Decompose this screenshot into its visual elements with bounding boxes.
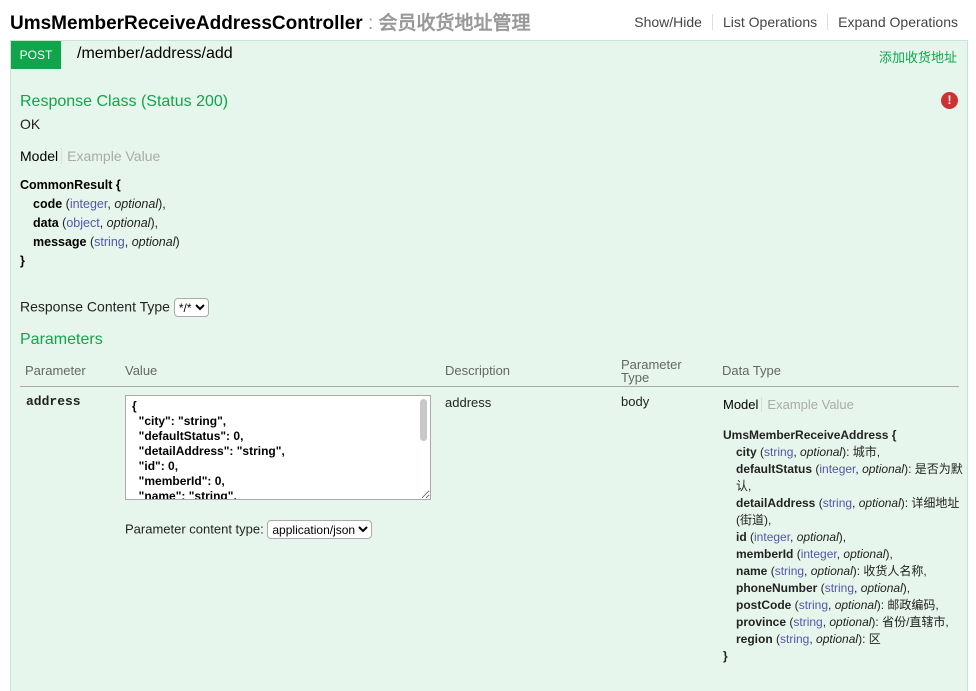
- parameters-heading: Parameters: [20, 331, 103, 348]
- datatype-field: name (string, optional): 收货人名称,: [736, 564, 927, 578]
- controller-name[interactable]: UmsMemberReceiveAddressController: [10, 13, 363, 34]
- response-status-text: OK: [20, 116, 41, 132]
- param-content-type-select[interactable]: application/json: [267, 520, 373, 539]
- operation-panel: POST /member/address/add 添加收货地址 Response…: [10, 40, 968, 691]
- datatype-field: phoneNumber (string, optional),: [736, 581, 911, 595]
- param-content-type-label: Parameter content type:: [125, 521, 264, 537]
- model-field: code (integer, optional),: [33, 197, 166, 211]
- col-value: Value: [125, 363, 158, 378]
- controller-title[interactable]: UmsMemberReceiveAddressController : 会员收货…: [10, 8, 531, 35]
- tab-example-value[interactable]: Example Value: [61, 148, 161, 164]
- operation-heading[interactable]: POST /member/address/add 添加收货地址: [11, 41, 967, 69]
- datatype-tab-model[interactable]: Model: [723, 397, 758, 412]
- operation-body: Response Class (Status 200) ! OK Model Ex…: [11, 70, 967, 691]
- model-field: data (object, optional),: [33, 216, 159, 230]
- datatype-tabs: Model Example Value: [723, 397, 854, 412]
- datatype-field: postCode (string, optional): 邮政编码,: [736, 598, 939, 612]
- col-description: Description: [445, 363, 511, 378]
- datatype-tab-example-value[interactable]: Example Value: [761, 397, 854, 412]
- datatype-model-name: UmsMemberReceiveAddress {: [723, 428, 897, 442]
- controller-separator: :: [362, 13, 379, 34]
- col-data-type: Data Type: [722, 363, 782, 378]
- controller-description: 会员收货地址管理: [378, 13, 531, 34]
- col-parameter-type: Parameter Type: [621, 357, 682, 385]
- param-description: address: [445, 395, 492, 410]
- datatype-field: defaultStatus (integer, optional): 是否为默认…: [736, 462, 963, 493]
- param-value-textarea[interactable]: { "city": "string", "defaultStatus": 0, …: [125, 395, 431, 500]
- response-model-schema: CommonResult { code (integer, optional),…: [20, 178, 180, 268]
- response-model-tabs: Model Example Value: [20, 148, 161, 164]
- response-class-heading: Response Class (Status 200): [20, 93, 229, 110]
- controller-header: UmsMemberReceiveAddressController : 会员收货…: [10, 0, 968, 40]
- tab-model[interactable]: Model: [20, 148, 58, 164]
- datatype-field: memberId (integer, optional),: [736, 547, 893, 561]
- datatype-field: id (integer, optional),: [736, 530, 847, 544]
- param-content-type-row: Parameter content type: application/json: [125, 520, 373, 539]
- response-content-type-label: Response Content Type: [20, 298, 170, 315]
- http-method-badge[interactable]: POST: [11, 41, 61, 69]
- param-type: body: [621, 394, 650, 409]
- operation-summary[interactable]: 添加收货地址: [879, 47, 957, 66]
- expand-operations-link[interactable]: Expand Operations: [827, 14, 968, 30]
- list-operations-link[interactable]: List Operations: [711, 14, 828, 30]
- header-links: Show/Hide List Operations Expand Operation…: [624, 14, 968, 30]
- datatype-close: }: [723, 649, 728, 663]
- param-name: address: [26, 394, 81, 409]
- col-parameter: Parameter: [25, 363, 86, 378]
- datatype-field: city (string, optional): 城市,: [736, 445, 881, 459]
- textarea-scrollbar[interactable]: [420, 399, 427, 441]
- model-field: message (string, optional): [33, 235, 180, 249]
- response-content-type-row: Response Content Type */*: [20, 298, 209, 317]
- datatype-field: province (string, optional): 省份/直辖市,: [736, 615, 949, 629]
- error-icon[interactable]: !: [941, 92, 958, 109]
- datatype-schema: UmsMemberReceiveAddress { city (string, …: [723, 427, 963, 665]
- datatype-field: detailAddress (string, optional): 详细地址(街…: [736, 496, 960, 527]
- model-name: CommonResult {: [20, 178, 121, 192]
- datatype-field: region (string, optional): 区: [736, 632, 881, 646]
- show-hide-link[interactable]: Show/Hide: [624, 14, 712, 30]
- operation-path[interactable]: /member/address/add: [77, 45, 233, 63]
- response-content-type-select[interactable]: */*: [173, 298, 209, 317]
- table-header-divider: [20, 386, 959, 387]
